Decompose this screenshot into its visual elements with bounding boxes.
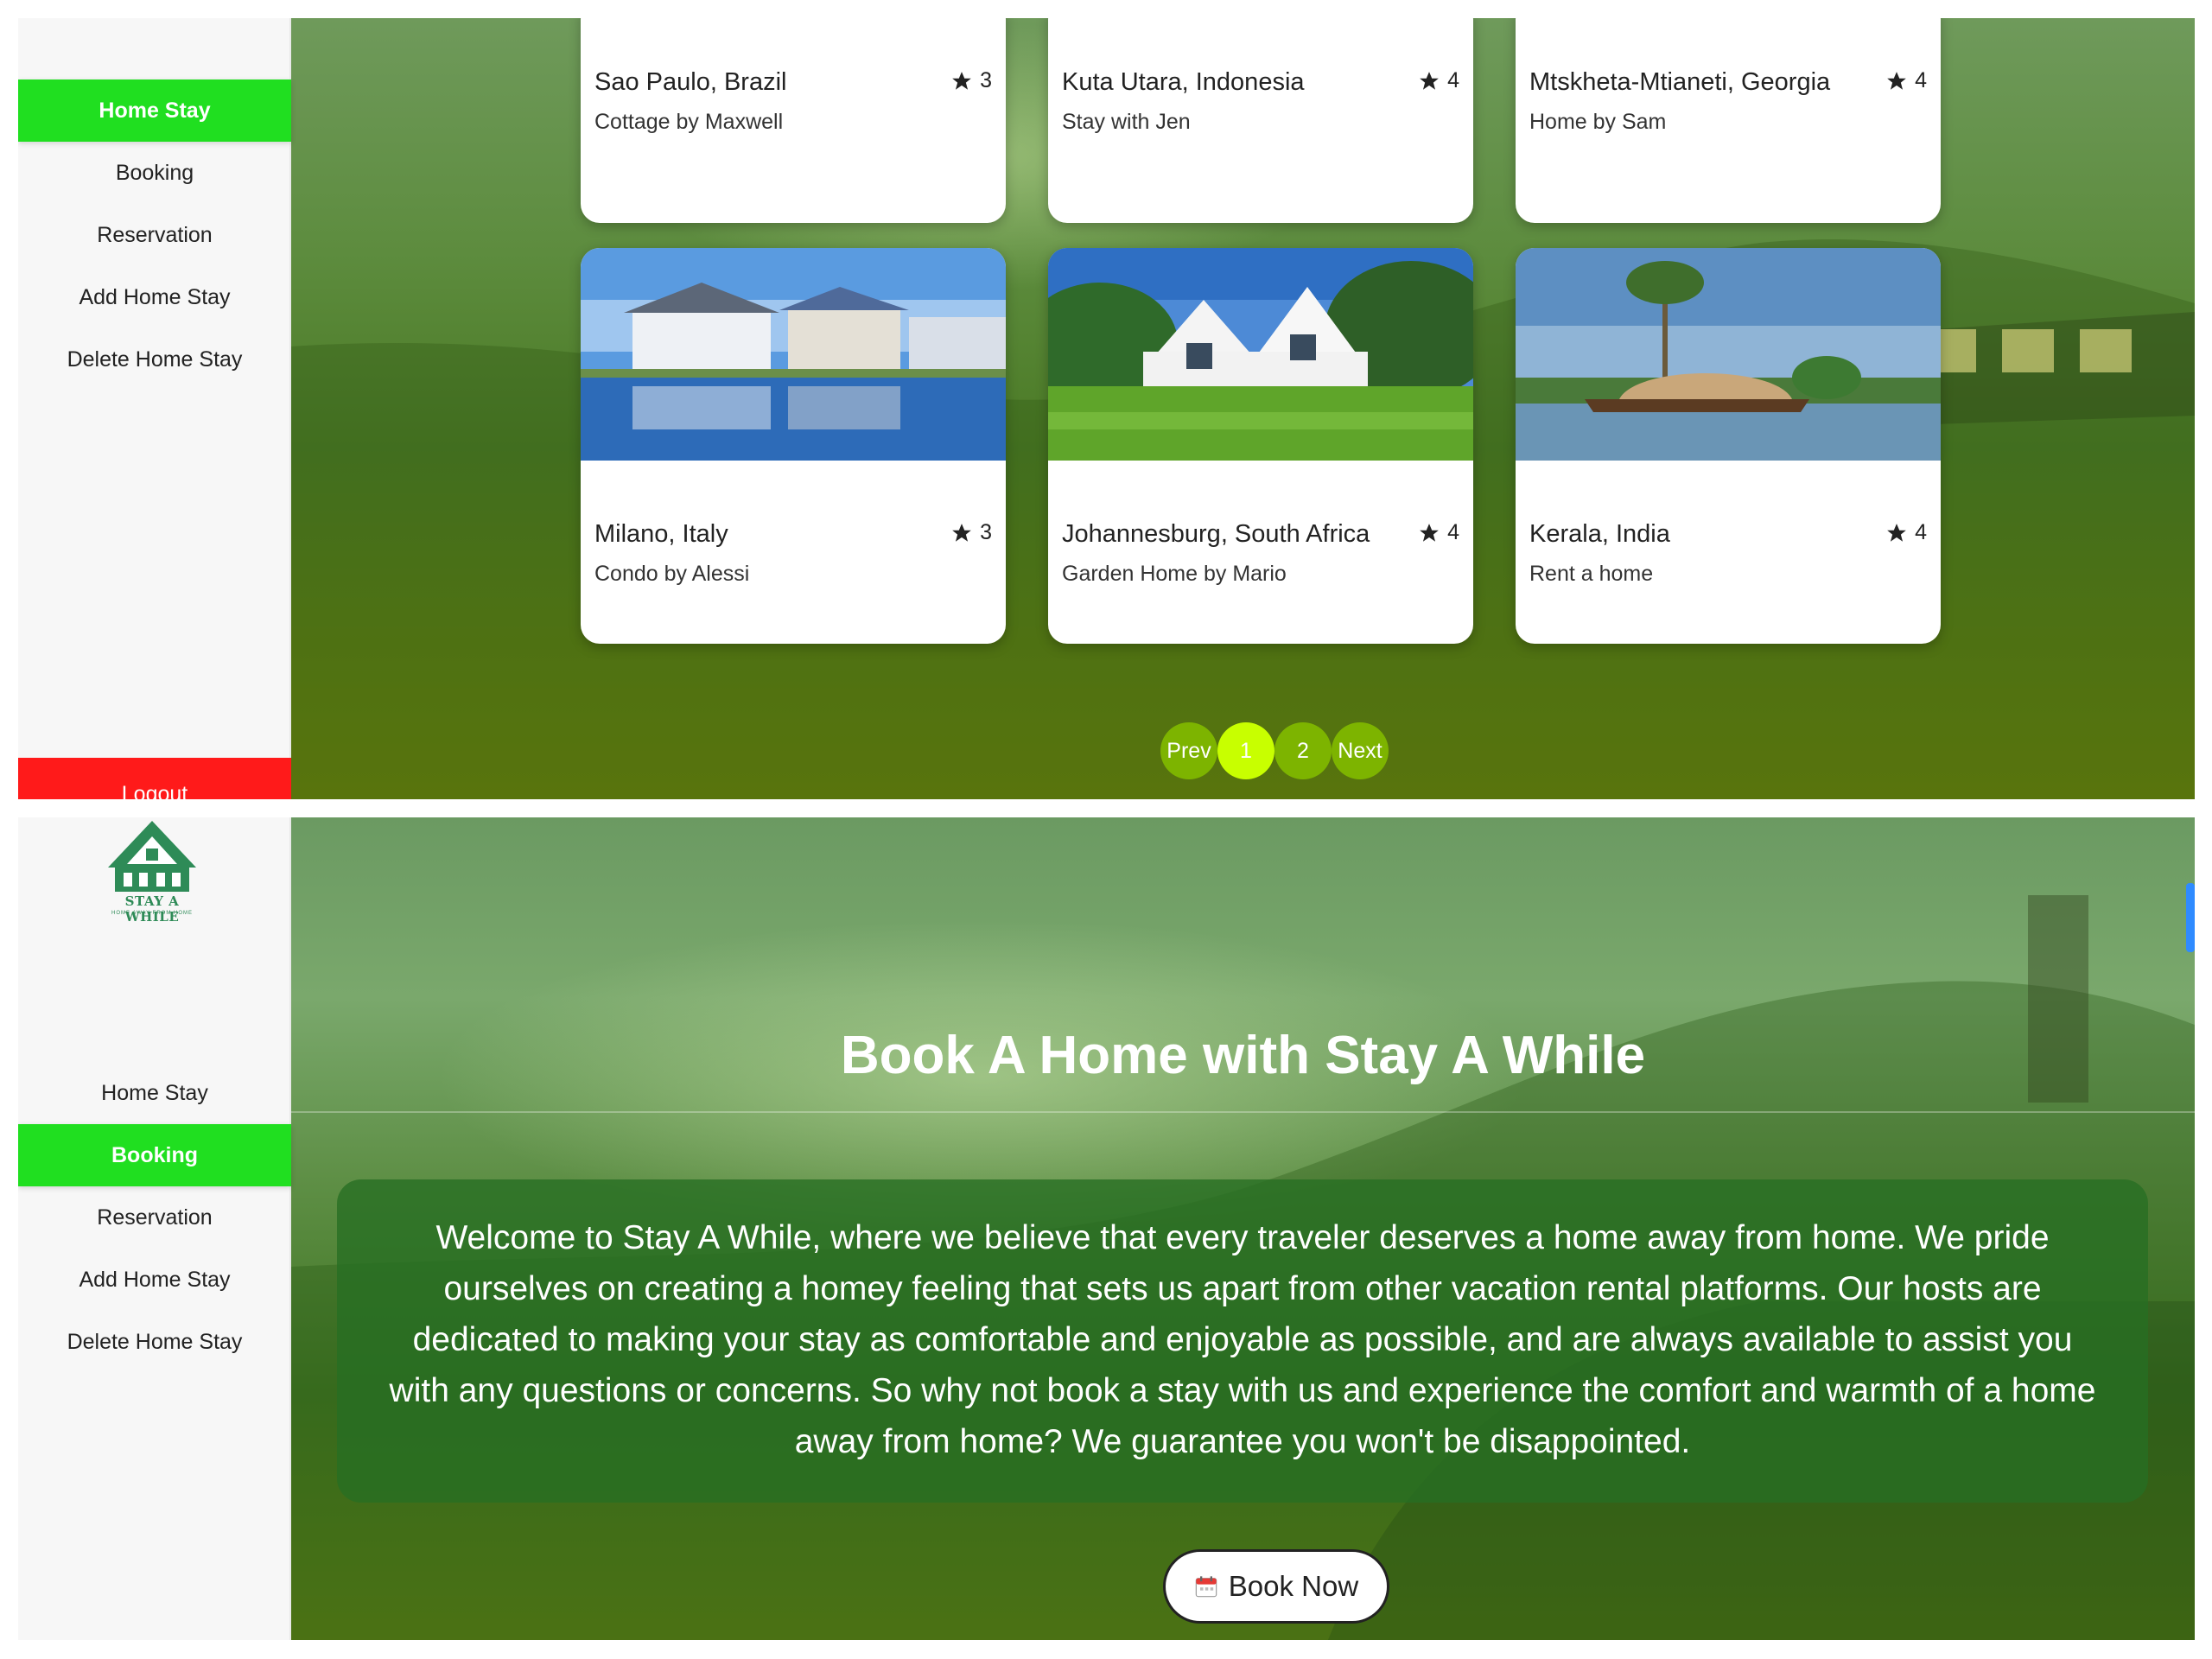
listing-card[interactable]: Mtskheta-Mtianeti, Georgia Home by Sam 4 [1516,18,1941,223]
card-place: Sao Paulo, Brazil [594,68,787,96]
rating-value: 4 [1447,68,1459,92]
card-place: Johannesburg, South Africa [1062,520,1370,548]
star-icon [952,71,971,90]
pagination: Prev 1 2 Next [1160,722,1389,779]
card-place: Kuta Utara, Indonesia [1062,68,1305,96]
scrollbar-thumb[interactable] [2186,883,2195,952]
next-page-button[interactable]: Next [1332,722,1389,779]
card-place: Kerala, India [1529,520,1670,548]
page-title: Book A Home with Stay A While [840,1026,1646,1085]
listing-card[interactable]: Johannesburg, South Africa Garden Home b… [1048,248,1473,644]
listing-photo [1048,248,1473,461]
card-rating: 4 [1418,68,1459,93]
stay-a-while-logo[interactable]: STAY A WHILE HOME AWAY FROM HOME [96,817,208,930]
sidebar-item-delete-home-stay[interactable]: Delete Home Stay [18,1311,291,1373]
card-rating: 4 [1885,68,1927,93]
logout-button[interactable]: Logout [18,758,291,799]
sidebar-item-delete-home-stay[interactable]: Delete Home Stay [18,328,291,391]
sidebar-item-add-home-stay[interactable]: Add Home Stay [18,1249,291,1311]
home-stay-page: Sao Paulo, Brazil Cottage by Maxwell 3 K… [18,18,2195,799]
star-icon [1420,523,1439,542]
sidebar-item-home-stay[interactable]: Home Stay [18,79,291,142]
sidebar: Home Stay Booking Reservation Add Home S… [18,18,291,799]
calendar-icon [1195,1576,1217,1598]
card-rating: 3 [950,520,992,545]
listing-photo [581,248,1006,461]
listing-card[interactable]: Sao Paulo, Brazil Cottage by Maxwell 3 [581,18,1006,223]
prev-page-button[interactable]: Prev [1160,722,1217,779]
listings-area: Sao Paulo, Brazil Cottage by Maxwell 3 K… [291,18,2195,799]
sidebar-item-booking[interactable]: Booking [18,142,291,204]
rating-value: 4 [1447,520,1459,544]
rating-value: 4 [1915,68,1927,92]
card-place: Mtskheta-Mtianeti, Georgia [1529,68,1831,96]
card-subtitle: Home by Sam [1529,110,1667,134]
card-rating: 4 [1885,520,1927,545]
card-subtitle: Rent a home [1529,562,1654,586]
logo-name: STAY A WHILE [124,893,180,925]
logo-tagline: HOME AWAY FROM HOME [111,911,193,916]
screenshot: Sao Paulo, Brazil Cottage by Maxwell 3 K… [0,0,2212,1659]
booking-hero: Book A Home with Stay A While Welcome to… [291,817,2195,1640]
card-rating: 4 [1418,520,1459,545]
welcome-box: Welcome to Stay A While, where we believ… [337,1179,2148,1503]
card-place: Milano, Italy [594,520,728,548]
star-icon [1887,71,1906,90]
book-now-button[interactable]: Book Now [1163,1549,1389,1624]
sidebar-item-home-stay[interactable]: Home Stay [18,1062,291,1124]
card-subtitle: Cottage by Maxwell [594,110,784,134]
listing-card[interactable]: Kerala, India Rent a home 4 [1516,248,1941,644]
card-subtitle: Stay with Jen [1062,110,1191,134]
rating-value: 3 [980,520,992,544]
rating-value: 3 [980,68,992,92]
card-subtitle: Condo by Alessi [594,562,750,586]
rating-value: 4 [1915,520,1927,544]
sidebar-item-reservation[interactable]: Reservation [18,1186,291,1249]
sidebar-item-reservation[interactable]: Reservation [18,204,291,266]
house-logo-icon [108,821,196,892]
star-icon [952,523,971,542]
welcome-text: Welcome to Stay A While, where we believ… [389,1219,2096,1460]
card-rating: 3 [950,68,992,93]
sidebar-item-add-home-stay[interactable]: Add Home Stay [18,266,291,328]
listing-photo [1516,248,1941,461]
star-icon [1420,71,1439,90]
star-icon [1887,523,1906,542]
divider [291,1111,2195,1113]
sidebar: STAY A WHILE HOME AWAY FROM HOME Home St… [18,817,291,1640]
page-2-button[interactable]: 2 [1274,722,1332,779]
sidebar-item-booking[interactable]: Booking [18,1124,291,1186]
listing-card[interactable]: Kuta Utara, Indonesia Stay with Jen 4 [1048,18,1473,223]
book-now-label: Book Now [1228,1570,1359,1602]
card-subtitle: Garden Home by Mario [1062,562,1287,586]
page-1-button[interactable]: 1 [1217,722,1274,779]
listing-card[interactable]: Milano, Italy Condo by Alessi 3 [581,248,1006,644]
booking-page: Book A Home with Stay A While Welcome to… [18,817,2195,1640]
